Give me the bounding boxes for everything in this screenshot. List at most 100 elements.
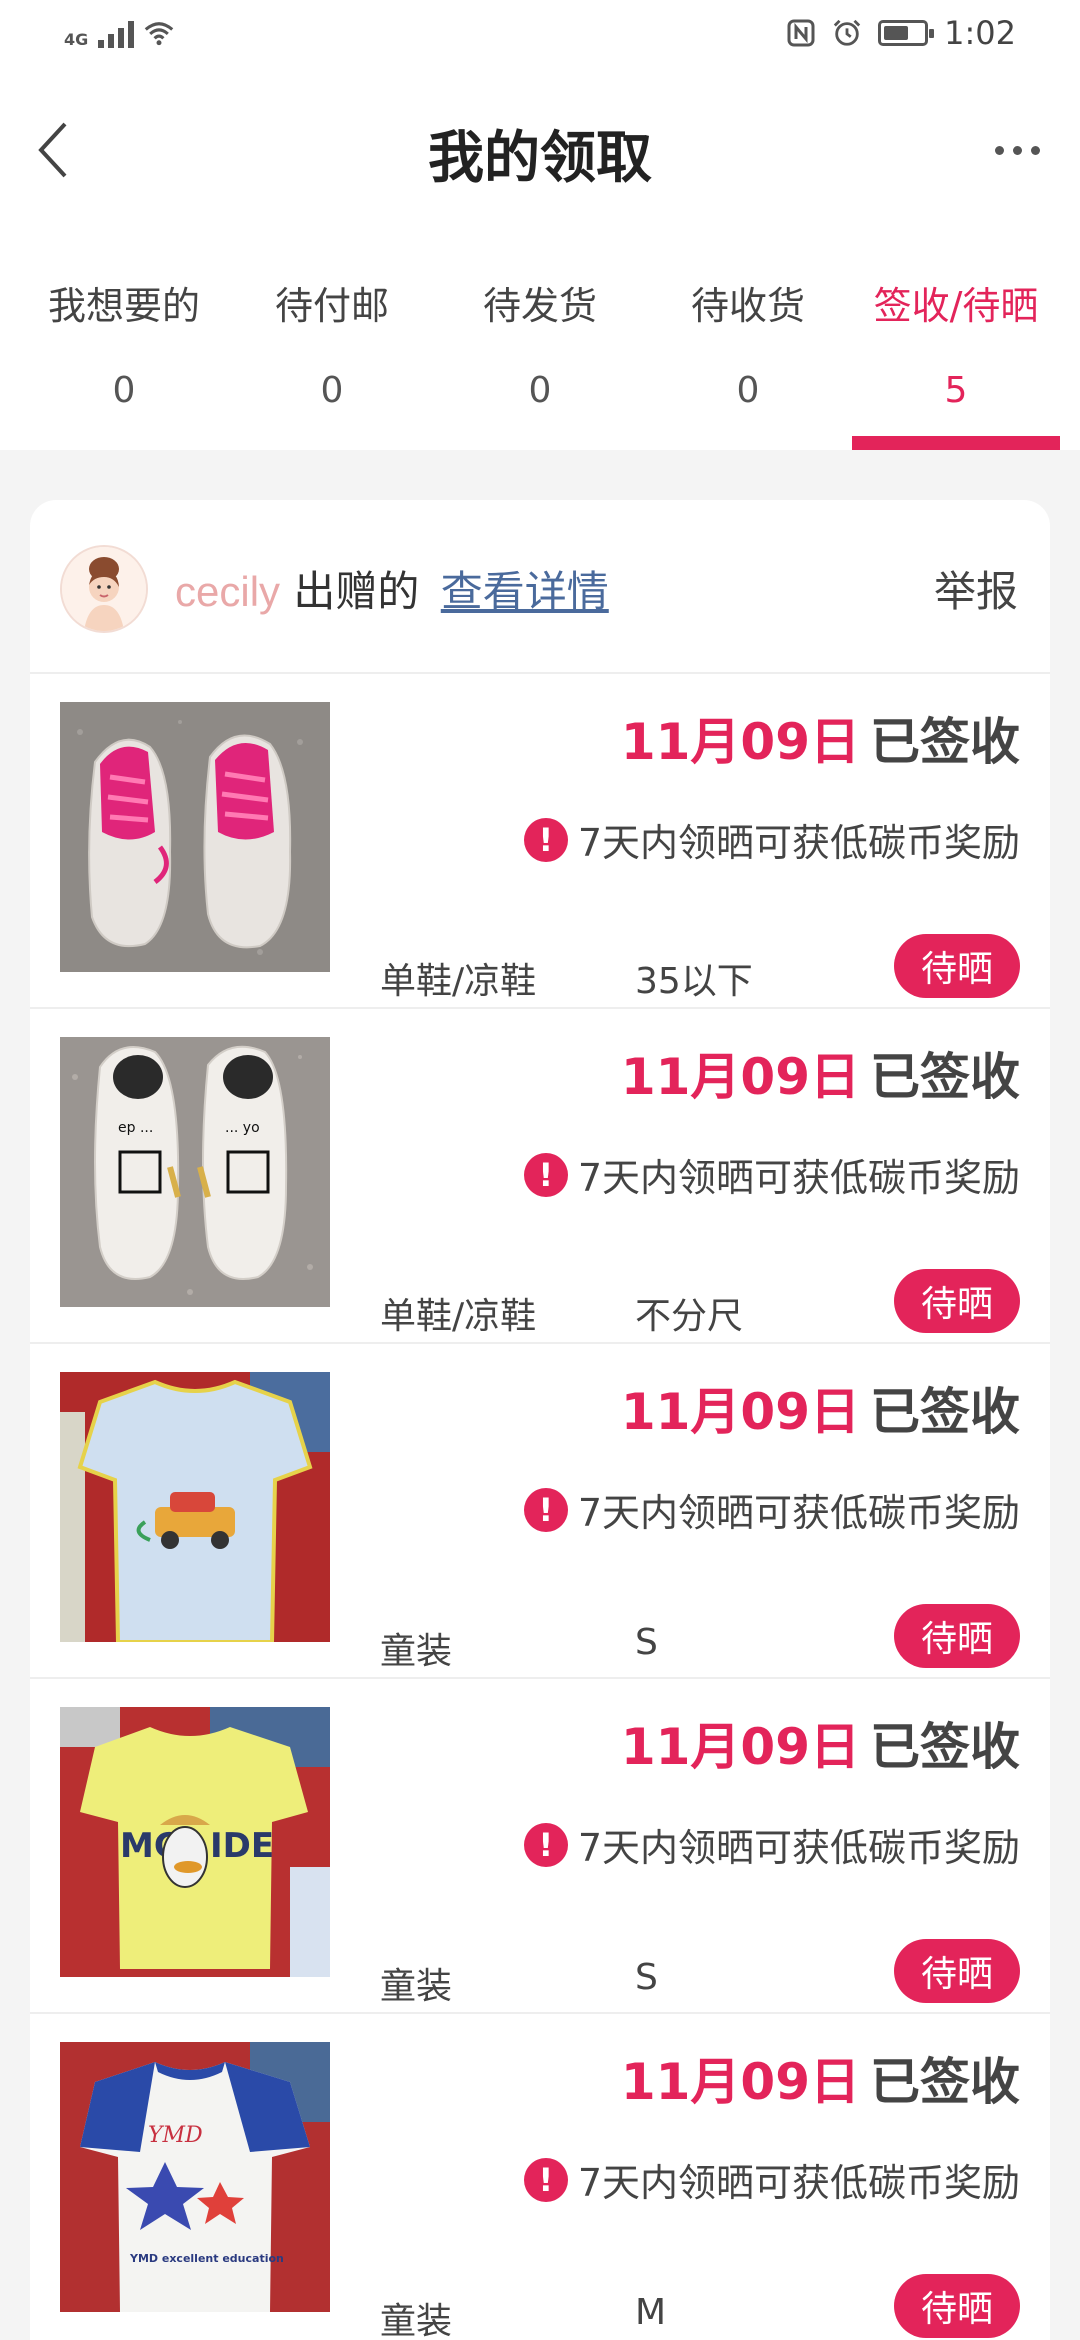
tab-underline (852, 436, 1060, 450)
exclamation-icon: ! (523, 1487, 568, 1532)
item-category: 童装 (380, 2301, 453, 2340)
view-details-link[interactable]: 查看详情 (441, 567, 609, 616)
sign-status: 已签收 (870, 1718, 1020, 1776)
pending-show-button[interactable]: 待晒 (894, 934, 1020, 998)
sign-date-status: 11月09日 已签收 (621, 1037, 1020, 1109)
status-bar: 4G 1:02 (0, 0, 1080, 75)
sign-status: 已签收 (870, 1383, 1020, 1441)
tab-count: 5 (944, 370, 968, 411)
sign-date-status: 11月09日 已签收 (621, 1372, 1020, 1444)
reward-notice: ! 7天内领晒可获低碳币奖励 (523, 1817, 1020, 1872)
reward-notice: ! 7天内领晒可获低碳币奖励 (523, 2152, 1020, 2207)
pending-show-button[interactable]: 待晒 (894, 2274, 1020, 2338)
tab-label: 我想要的 (47, 284, 200, 328)
product-image[interactable] (60, 1372, 330, 1642)
reward-notice-text: 7天内领晒可获低碳币奖励 (577, 1826, 1020, 1870)
avatar[interactable] (60, 545, 148, 633)
signal-icon (98, 18, 135, 48)
tab-pending-shipment[interactable]: 待发货 0 (436, 225, 644, 450)
tab-received-show[interactable]: 签收/待晒 5 (852, 225, 1060, 450)
exclamation-icon: ! (523, 2157, 568, 2202)
more-dot-icon (1030, 145, 1040, 155)
svg-text:ep ...: ep ... (118, 1120, 153, 1136)
giver-line: cecily 出赠的 查看详情 (175, 558, 609, 619)
tab-label: 待付邮 (274, 284, 389, 328)
list-item[interactable]: 11月09日 已签收 ! 7天内领晒可获低碳币奖励 童装 S 待晒 (30, 1342, 1050, 1679)
sign-date: 11月09日 (620, 1383, 860, 1441)
tab-label: 签收/待晒 (873, 284, 1039, 328)
reward-notice-text: 7天内领晒可获低碳币奖励 (577, 1156, 1020, 1200)
network-type: 4G (64, 30, 89, 49)
tab-label: 待收货 (690, 284, 805, 328)
product-image[interactable]: MC IDE (60, 1707, 330, 1977)
tab-label: 待发货 (482, 284, 597, 328)
pending-show-button[interactable]: 待晒 (894, 1269, 1020, 1333)
sign-date-status: 11月09日 已签收 (621, 1707, 1020, 1779)
tab-want[interactable]: 我想要的 0 (20, 225, 228, 450)
item-size: S (635, 1957, 658, 1998)
alarm-icon (832, 18, 862, 48)
giver-card: cecily 出赠的 查看详情 举报 11月09日 已签收 ! 7天内领晒可获低… (30, 500, 1050, 2340)
sign-status: 已签收 (870, 713, 1020, 771)
item-size: 不分尺 (635, 1296, 744, 1337)
reward-notice-text: 7天内领晒可获低碳币奖励 (577, 821, 1020, 865)
list-item[interactable]: YMD YMD excellent education 11月09日 已签收 ! … (30, 2012, 1050, 2340)
reward-notice: ! 7天内领晒可获低碳币奖励 (523, 1147, 1020, 1202)
reward-notice-text: 7天内领晒可获低碳币奖励 (577, 1491, 1020, 1535)
reward-notice-text: 7天内领晒可获低碳币奖励 (577, 2161, 1020, 2205)
product-image[interactable]: ep ... ... yo (60, 1037, 330, 1307)
tab-count: 0 (320, 370, 344, 411)
svg-text:IDE: IDE (210, 1826, 274, 1866)
svg-text:YMD excellent education: YMD excellent education (129, 2252, 284, 2265)
clock: 1:02 (944, 14, 1016, 52)
sign-date: 11月09日 (620, 2053, 860, 2111)
wifi-icon (144, 18, 174, 48)
more-dot-icon (1012, 145, 1022, 155)
nfc-icon (786, 18, 816, 48)
product-image[interactable] (60, 702, 330, 972)
status-right-group: 1:02 (786, 14, 1016, 52)
list-item[interactable]: ep ... ... yo 11月09日 已签收 ! 7天内领晒可获低碳币奖励 单… (30, 1007, 1050, 1344)
sign-date-status: 11月09日 已签收 (621, 702, 1020, 774)
exclamation-icon: ! (523, 1822, 568, 1867)
item-category: 童装 (380, 1631, 453, 1672)
sign-date-status: 11月09日 已签收 (621, 2042, 1020, 2114)
sign-status: 已签收 (870, 2053, 1020, 2111)
item-size: M (635, 2292, 667, 2333)
item-category: 单鞋/凉鞋 (380, 961, 537, 1002)
pending-show-button[interactable]: 待晒 (894, 1604, 1020, 1668)
item-category: 童装 (380, 1966, 453, 2007)
header: 我的领取 (0, 75, 1080, 225)
tab-count: 0 (736, 370, 760, 411)
item-category: 单鞋/凉鞋 (380, 1296, 537, 1337)
sign-date: 11月09日 (620, 1048, 860, 1106)
exclamation-icon: ! (523, 817, 568, 862)
report-button[interactable]: 举报 (934, 558, 1018, 619)
pending-show-button[interactable]: 待晒 (894, 1939, 1020, 2003)
svg-text:... yo: ... yo (225, 1120, 260, 1136)
item-size: 35以下 (635, 961, 753, 1002)
order-status-tabs: 我想要的 0 待付邮 0 待发货 0 待收货 0 签收/待晒 5 (0, 225, 1080, 450)
card-header: cecily 出赠的 查看详情 举报 (30, 500, 1050, 674)
tab-count: 0 (112, 370, 136, 411)
exclamation-icon: ! (523, 1152, 568, 1197)
item-size: S (635, 1622, 658, 1663)
list-item[interactable]: 11月09日 已签收 ! 7天内领晒可获低碳币奖励 单鞋/凉鞋 35以下 待晒 (30, 672, 1050, 1009)
tab-count: 0 (528, 370, 552, 411)
battery-icon (878, 20, 935, 46)
product-image[interactable]: YMD YMD excellent education (60, 2042, 330, 2312)
svg-text:YMD: YMD (148, 2123, 203, 2148)
more-options-button[interactable] (982, 130, 1052, 170)
tab-pending-postage[interactable]: 待付邮 0 (228, 225, 436, 450)
sign-date: 11月09日 (620, 713, 860, 771)
more-dot-icon (994, 145, 1004, 155)
reward-notice: ! 7天内领晒可获低碳币奖励 (523, 812, 1020, 867)
sign-date: 11月09日 (620, 1718, 860, 1776)
giver-name[interactable]: cecily (175, 568, 280, 615)
giver-suffix: 出赠的 (293, 567, 420, 616)
reward-notice: ! 7天内领晒可获低碳币奖励 (523, 1482, 1020, 1537)
list-item[interactable]: MC IDE 11月09日 已签收 ! 7天内领晒可获低碳币奖励 童装 S 待晒 (30, 1677, 1050, 2014)
signal-group: 4G (64, 18, 174, 48)
tab-pending-receipt[interactable]: 待收货 0 (644, 225, 852, 450)
page-title: 我的领取 (428, 126, 652, 191)
